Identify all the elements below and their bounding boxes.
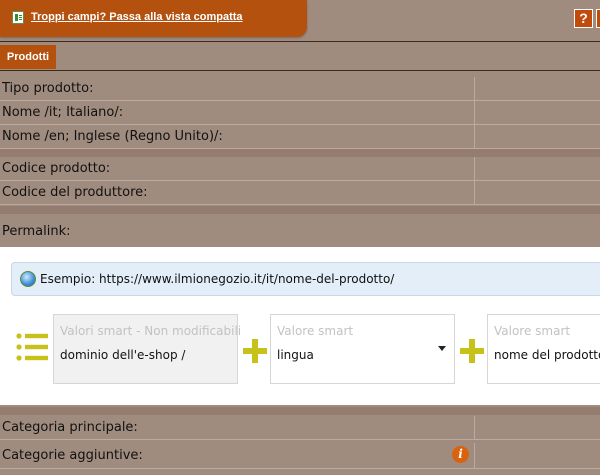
section-separator [0,206,600,214]
toolbar-button[interactable] [596,9,600,28]
top-bar: Troppi campi? Passa alla vista compatta … [0,0,600,41]
field-row-codice-produttore: Codice del produttore: [0,181,600,205]
globe-icon [20,271,36,287]
tab-prodotti[interactable]: Prodotti [0,45,56,69]
compact-view-link[interactable]: Troppi campi? Passa alla vista compatta [31,11,243,23]
plus-icon [243,339,267,363]
smart-value-text: nome del prodotto [494,348,600,362]
field-label: Tipo prodotto: [2,81,94,96]
field-row-codice-prodotto: Codice prodotto: [0,157,600,181]
field-label: Nome /en; Inglese (Regno Unito)/: [2,129,223,144]
help-button[interactable]: ? [574,9,593,28]
smart-value-text: dominio dell'e-shop / [60,348,186,362]
permalink-panel: Esempio: https://www.ilmionegozio.it/it/… [0,247,600,405]
field-row-tipo-prodotto: Tipo prodotto: [0,77,600,101]
field-label: Codice del produttore: [2,185,148,200]
field-label: Nome /it; Italiano/: [2,105,124,120]
permalink-label: Permalink: [2,224,71,239]
field-label: Categoria principale: [2,420,138,435]
field-row-nome-it: Nome /it; Italiano/: [0,101,600,125]
plus-icon [460,339,484,363]
field-label: Codice prodotto: [2,161,111,176]
header-divider [0,41,600,42]
smart-value-domain: Valori smart - Non modificabili dominio … [53,314,242,384]
chevron-down-icon[interactable] [438,346,446,351]
smart-value-title: Valore smart [494,324,571,338]
section-separator [0,407,600,415]
smart-value-title: Valore smart [277,324,354,338]
permalink-example: Esempio: https://www.ilmionegozio.it/it/… [11,262,600,296]
compact-view-notice: Troppi campi? Passa alla vista compatta [0,0,307,37]
section-separator [0,149,600,157]
field-row-nome-en: Nome /en; Inglese (Regno Unito)/: [0,125,600,149]
info-icon[interactable]: i [452,446,469,463]
spreadsheet-icon [12,11,24,24]
permalink-example-text: Esempio: https://www.ilmionegozio.it/it/… [40,272,395,286]
smart-value-text: lingua [277,348,314,362]
smart-value-product-name[interactable]: Valore smart nome del prodotto [487,314,600,384]
field-label: Categorie aggiuntive: [2,448,143,463]
field-row-categoria-principale: Categoria principale: [0,416,600,440]
smart-value-title: Valori smart - Non modificabili [60,324,242,338]
list-icon [16,333,48,361]
field-row-categorie-aggiuntive: Categorie aggiuntive: [0,443,600,469]
tab-divider [0,70,600,71]
smart-value-language-select[interactable]: Valore smart lingua [270,314,455,384]
